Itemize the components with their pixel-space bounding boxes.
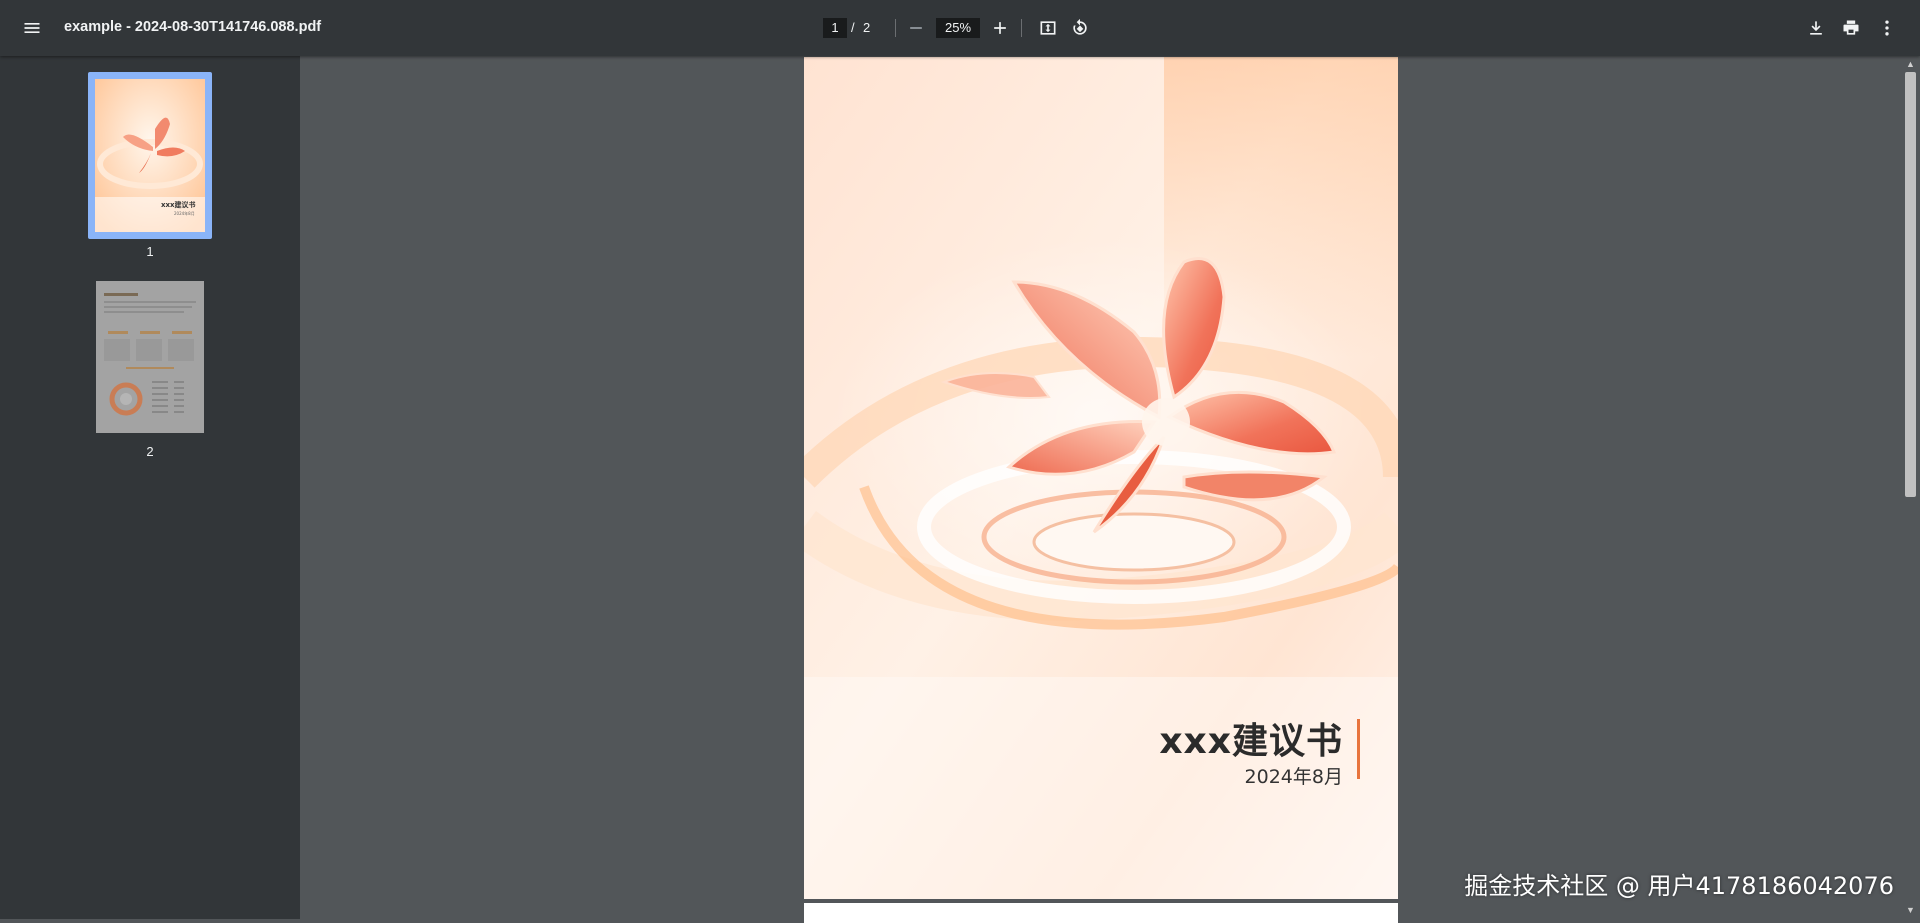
title-accent-bar [1357, 719, 1360, 779]
thumbnail-page-2[interactable] [96, 281, 204, 433]
thumbnail-sidebar: xxx建议书 2024年8月 1 2 [0, 56, 300, 919]
plus-icon [994, 22, 1006, 34]
hamburger-menu-icon [24, 23, 40, 33]
page-separator: / [851, 20, 855, 35]
more-options-button[interactable] [1870, 11, 1904, 45]
thumbnail-1-date: 2024年8月 [174, 211, 195, 216]
cover-date: 2024年8月 [1244, 766, 1343, 788]
toolbar-divider [895, 19, 896, 37]
print-icon [1843, 20, 1859, 35]
scroll-down-arrow[interactable]: ▼ [1905, 904, 1916, 916]
thumbnail-2-label: 2 [146, 444, 154, 459]
thumbnail-1-label: 1 [146, 244, 154, 259]
pdf-toolbar: example - 2024-08-30T141746.088.pdf 1 / … [0, 0, 1920, 56]
fit-page-icon [1040, 21, 1056, 35]
thumbnail-1-title: xxx建议书 [161, 201, 196, 209]
pdf-page-1: xxx建议书 2024年8月 [804, 57, 1398, 899]
cover-title: xxx建议书 [1159, 721, 1343, 762]
total-pages: 2 [863, 20, 871, 35]
scroll-up-arrow[interactable]: ▲ [1905, 58, 1916, 70]
zoom-input[interactable]: 25% [936, 18, 980, 38]
scrollbar-thumb[interactable] [1905, 72, 1916, 497]
page-number-input[interactable]: 1 [823, 18, 847, 38]
toolbar-divider [1021, 19, 1022, 37]
fit-to-page-button[interactable] [1031, 11, 1065, 45]
thumbnail-2-image [96, 281, 204, 433]
minus-icon [910, 27, 922, 29]
zoom-out-button[interactable] [899, 11, 933, 45]
more-vertical-icon [1885, 20, 1889, 36]
site-watermark: 掘金技术社区 @ 用户4178186042076 [1464, 872, 1894, 900]
document-title: example - 2024-08-30T141746.088.pdf [64, 19, 322, 35]
download-button[interactable] [1799, 11, 1833, 45]
thumbnail-page-1[interactable]: xxx建议书 2024年8月 [88, 72, 212, 239]
pdf-page-2-top [804, 903, 1398, 923]
print-button[interactable] [1834, 11, 1868, 45]
rotate-icon [1073, 18, 1087, 35]
download-icon [1810, 21, 1822, 35]
rotate-button[interactable] [1063, 11, 1097, 45]
zoom-in-button[interactable] [983, 11, 1017, 45]
menu-button[interactable] [15, 11, 49, 45]
